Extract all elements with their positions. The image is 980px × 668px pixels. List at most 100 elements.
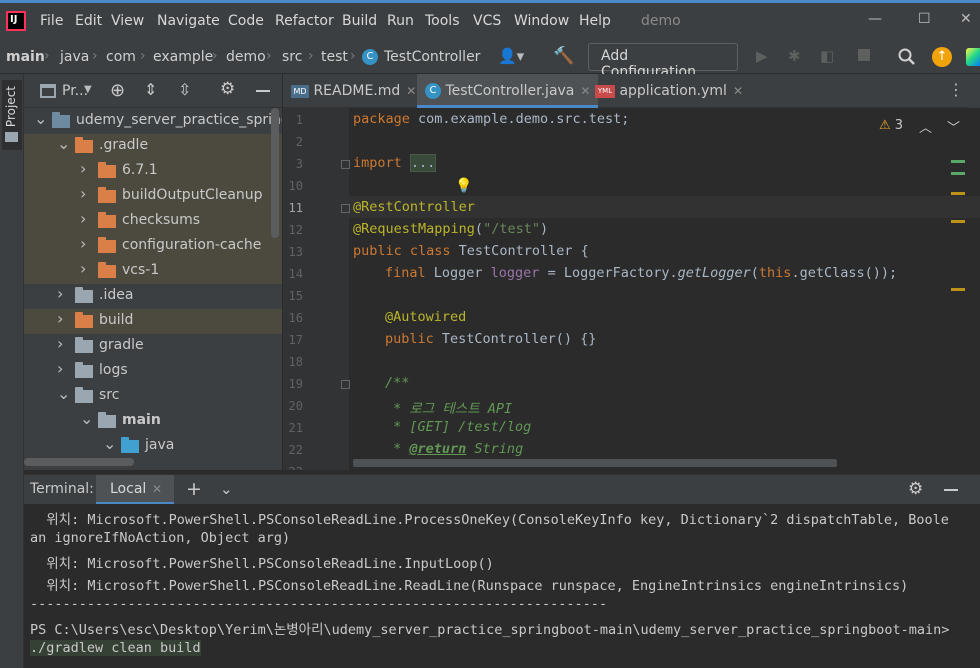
chevron-down-icon[interactable]: ⌄ <box>34 109 47 128</box>
toolbox-icon[interactable] <box>966 48 980 66</box>
chevron-down-icon[interactable]: ⌄ <box>220 480 233 498</box>
gear-icon[interactable]: ⚙ <box>220 79 235 99</box>
locate-icon[interactable]: ⊕ <box>110 80 125 101</box>
fold-marker-icon[interactable] <box>341 204 350 213</box>
breadcrumb-main[interactable]: main <box>6 49 45 65</box>
menu-run[interactable]: Run <box>387 13 414 29</box>
collapse-all-icon[interactable]: ⇳ <box>178 80 191 99</box>
code-editor[interactable]: 1231011121314151617181920212223 💡 packag… <box>283 108 980 470</box>
editor-horizontal-scrollbar[interactable] <box>353 459 837 467</box>
close-tab-icon[interactable]: ✕ <box>406 84 416 98</box>
breadcrumb-testcontroller[interactable]: TestController <box>384 49 480 65</box>
chevron-down-icon[interactable]: ⌄ <box>80 409 93 428</box>
tree-item[interactable]: › build <box>24 309 282 334</box>
chevron-down-icon[interactable]: ⌄ <box>57 134 70 153</box>
tab-application-yml[interactable]: YML application.yml ✕ <box>587 74 751 108</box>
tab-testcontroller[interactable]: C TestController.java ✕ <box>417 74 599 108</box>
menu-refactor[interactable]: Refactor <box>275 13 334 29</box>
menu-file[interactable]: File <box>40 13 63 29</box>
chevron-right-icon[interactable]: › <box>80 209 86 228</box>
tree-horizontal-scrollbar[interactable] <box>24 458 134 466</box>
chevron-down-icon[interactable]: ▼ <box>84 84 92 95</box>
chevron-right-icon[interactable]: › <box>80 159 86 178</box>
breadcrumb-com[interactable]: com <box>106 49 136 65</box>
intellij-logo-icon: IJ <box>6 11 26 31</box>
terminal-line: 위치: Microsoft.PowerShell.PSConsoleReadLi… <box>30 578 909 594</box>
tree-item[interactable]: › .idea <box>24 284 282 309</box>
menu-vcs[interactable]: VCS <box>473 13 501 29</box>
chevron-right-icon[interactable]: › <box>80 184 86 203</box>
menu-edit[interactable]: Edit <box>75 13 102 29</box>
terminal-line: ----------------------------------------… <box>30 596 608 612</box>
maximize-button[interactable]: ☐ <box>918 11 931 27</box>
chevron-right-icon[interactable]: › <box>57 309 63 328</box>
more-tabs-icon[interactable]: ⋮ <box>948 80 964 99</box>
chevron-down-icon[interactable]: ⌄ <box>57 384 70 403</box>
add-terminal-icon[interactable]: + <box>186 478 202 500</box>
tree-item[interactable]: ⌄ main <box>24 409 282 434</box>
tree-item[interactable]: › vcs-1 <box>24 259 282 284</box>
chevron-right-icon[interactable]: › <box>80 234 86 253</box>
menu-navigate[interactable]: Navigate <box>157 13 220 29</box>
previous-highlight-icon[interactable]: ︿ <box>919 117 932 136</box>
tree-item[interactable]: › 6.7.1 <box>24 159 282 184</box>
menu-tools[interactable]: Tools <box>425 13 460 29</box>
close-tab-icon[interactable]: ✕ <box>152 482 162 496</box>
inspection-warnings[interactable]: ⚠ 3 <box>879 118 903 133</box>
tree-item[interactable]: › buildOutputCleanup <box>24 184 282 209</box>
tree-item[interactable]: › configuration-cache <box>24 234 282 259</box>
breadcrumb-java[interactable]: java <box>60 49 89 65</box>
debug-icon[interactable]: ✱ <box>788 47 801 65</box>
tab-readme[interactable]: MD README.md ✕ <box>283 74 424 108</box>
terminal-output[interactable]: 위치: Microsoft.PowerShell.PSConsoleReadLi… <box>24 504 980 668</box>
folded-imports[interactable]: ... <box>409 154 437 172</box>
chevron-right-icon[interactable]: › <box>80 259 86 278</box>
breadcrumb-demo[interactable]: demo <box>226 49 266 65</box>
close-tab-icon[interactable]: ✕ <box>733 84 743 98</box>
tree-item[interactable]: › logs <box>24 359 282 384</box>
next-highlight-icon[interactable]: ﹀ <box>947 117 960 136</box>
update-icon[interactable]: ↑ <box>932 47 952 67</box>
tree-item[interactable]: › checksums <box>24 209 282 234</box>
folder-icon <box>75 387 93 403</box>
stop-icon[interactable] <box>858 49 870 61</box>
coverage-icon[interactable]: ◧ <box>820 47 834 65</box>
chevron-right-icon[interactable]: › <box>57 359 63 378</box>
hide-panel-icon[interactable] <box>256 90 270 92</box>
tree-item[interactable]: ⌄ .gradle <box>24 134 282 159</box>
tree-item[interactable]: › gradle <box>24 334 282 359</box>
tree-item-label: src <box>99 387 120 403</box>
breadcrumb-src[interactable]: src <box>282 49 302 65</box>
menu-code[interactable]: Code <box>228 13 264 29</box>
user-icon[interactable]: 👤▾ <box>498 47 524 65</box>
menu-build[interactable]: Build <box>342 13 377 29</box>
search-icon[interactable] <box>898 48 916 66</box>
menu-window[interactable]: Window <box>514 13 569 29</box>
tree-item[interactable]: ⌄ udemy_server_practice_springboot-main <box>24 109 282 134</box>
hide-panel-icon[interactable] <box>944 489 958 491</box>
add-configuration-button[interactable]: Add Configuration... <box>588 43 738 80</box>
chevron-down-icon[interactable]: ⌄ <box>103 434 116 453</box>
gear-icon[interactable]: ⚙ <box>908 479 923 499</box>
terminal-tab-local[interactable]: Local ✕ <box>96 475 174 505</box>
breadcrumb-test[interactable]: test <box>321 49 348 65</box>
tree-item[interactable]: ⌄ src <box>24 384 282 409</box>
menu-view[interactable]: View <box>111 13 144 29</box>
close-window-button[interactable]: ✕ <box>960 11 972 27</box>
menu-help[interactable]: Help <box>579 13 611 29</box>
tree-item[interactable]: ⌄ java <box>24 434 282 459</box>
run-icon[interactable]: ▶ <box>756 47 768 65</box>
tree-vertical-scrollbar[interactable] <box>271 108 279 238</box>
line-number: 12 <box>288 223 303 237</box>
chevron-right-icon[interactable]: › <box>57 334 63 353</box>
breadcrumb-example[interactable]: example <box>153 49 213 65</box>
fold-marker-icon[interactable] <box>341 160 350 169</box>
lightbulb-icon[interactable]: 💡 <box>455 178 472 194</box>
expand-all-icon[interactable]: ⇕ <box>144 80 157 99</box>
minimize-button[interactable]: — <box>868 11 882 27</box>
chevron-right-icon[interactable]: › <box>57 284 63 303</box>
code-line-1: package com.example.demo.src.test; <box>353 111 630 127</box>
fold-marker-icon[interactable] <box>341 380 350 389</box>
hammer-build-icon[interactable]: 🔨 <box>553 46 574 66</box>
folder-icon <box>52 112 70 128</box>
